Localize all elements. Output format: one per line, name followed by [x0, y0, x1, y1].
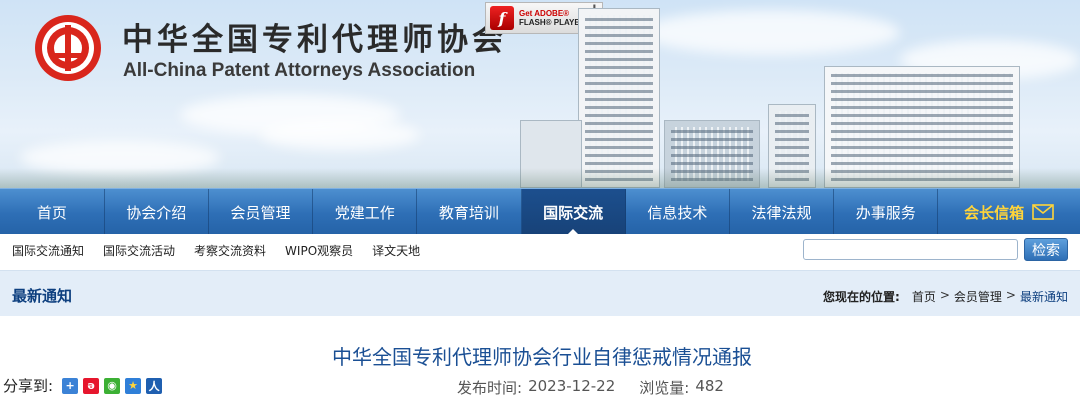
flash-icon: f — [490, 6, 514, 30]
publish-date: 2023-12-22 — [528, 377, 616, 395]
search-button[interactable]: 检索 — [1024, 238, 1068, 261]
section-title: 最新通知 — [12, 287, 73, 305]
breadcrumb: 您现在的位置: 首页 > 会员管理 > 最新通知 — [823, 288, 1068, 305]
nav-item-international[interactable]: 国际交流 — [521, 189, 626, 235]
building-tower — [578, 8, 660, 188]
share-bar: 分享到: + ə ◉ ★ 人 — [3, 375, 163, 396]
publish-label: 发布时间: — [457, 379, 523, 397]
breadcrumb-label: 您现在的位置: — [823, 290, 900, 304]
favorite-icon[interactable]: ★ — [125, 377, 142, 394]
site-title-english: All-China Patent Attorneys Association — [123, 60, 476, 81]
flash-line-1: Get ADOBE® — [519, 9, 570, 18]
sub-nav: 国际交流通知 国际交流活动 考察交流资料 WIPO观察员 译文天地 检索 — [0, 234, 1080, 266]
main-nav: 首页 协会介绍 会员管理 党建工作 教育培训 国际交流 信息技术 法律法规 办事… — [0, 188, 1080, 235]
subnav-link-activities[interactable]: 国际交流活动 — [103, 242, 175, 259]
wechat-icon[interactable]: ◉ — [104, 377, 121, 394]
nav-item-president-mailbox[interactable]: 会长信箱 — [938, 189, 1080, 235]
nav-item-about[interactable]: 协会介绍 — [105, 189, 209, 235]
renren-icon[interactable]: 人 — [146, 377, 163, 394]
nav-item-laws[interactable]: 法律法规 — [730, 189, 835, 235]
weibo-icon[interactable]: ə — [83, 377, 100, 394]
breadcrumb-home[interactable]: 首页 — [912, 288, 936, 305]
views-label: 浏览量: — [639, 379, 690, 397]
mail-icon — [1032, 204, 1054, 220]
share-label: 分享到: — [3, 377, 54, 395]
president-mailbox-label: 会长信箱 — [964, 203, 1025, 222]
header-banner: 中华全国专利代理师协会 All-China Patent Attorneys A… — [0, 0, 1080, 188]
article-title: 中华全国专利代理师协会行业自律惩戒情况通报 — [332, 345, 752, 369]
breadcrumb-current[interactable]: 最新通知 — [1020, 288, 1068, 305]
subnav-link-materials[interactable]: 考察交流资料 — [194, 242, 266, 259]
subnav-link-translations[interactable]: 译文天地 — [372, 242, 420, 259]
subnav-link-wipo[interactable]: WIPO观察员 — [285, 242, 353, 259]
qzone-icon[interactable]: + — [62, 377, 79, 394]
association-logo-icon[interactable] — [33, 13, 103, 83]
breadcrumb-members[interactable]: 会员管理 — [954, 288, 1002, 305]
nav-item-members[interactable]: 会员管理 — [209, 189, 314, 235]
nav-item-it[interactable]: 信息技术 — [626, 189, 730, 235]
section-header: 最新通知 您现在的位置: 首页 > 会员管理 > 最新通知 — [0, 270, 1080, 316]
breadcrumb-separator: > — [939, 288, 950, 302]
views-count: 482 — [695, 377, 724, 395]
site-title-chinese: 中华全国专利代理师协会 — [122, 22, 507, 58]
article-meta: 发布时间: 2023-12-22 浏览量: 482 — [457, 377, 724, 398]
nav-item-party[interactable]: 党建工作 — [313, 189, 418, 235]
nav-item-home[interactable]: 首页 — [0, 189, 105, 235]
breadcrumb-separator: > — [1005, 288, 1016, 302]
flash-line-2: FLASH® PLAYER — [519, 18, 586, 27]
subnav-link-notices[interactable]: 国际交流通知 — [12, 242, 84, 259]
nav-item-services[interactable]: 办事服务 — [834, 189, 939, 235]
nav-item-education[interactable]: 教育培训 — [417, 189, 522, 235]
search-input[interactable] — [803, 239, 1018, 260]
